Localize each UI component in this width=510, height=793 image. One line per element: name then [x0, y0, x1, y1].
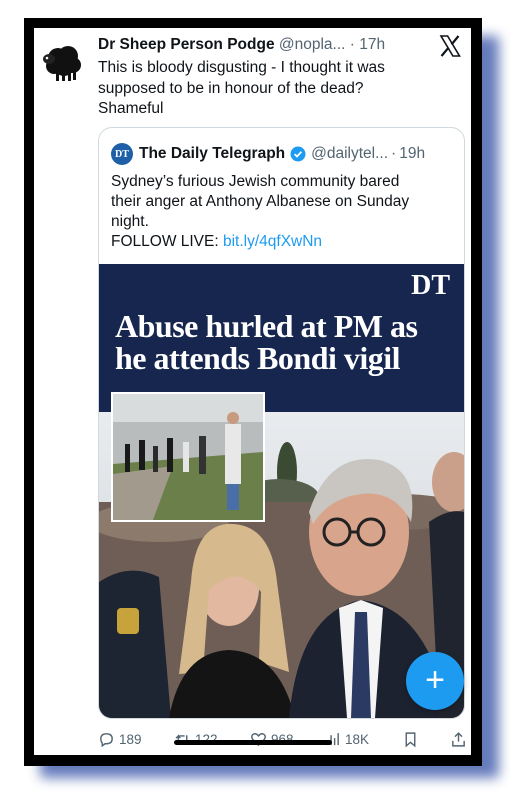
headline: Abuse hurled at PM as he attends Bondi v… [115, 310, 455, 374]
banner-logo: DT [411, 270, 450, 301]
follow-live-label: FOLLOW LIVE: [111, 233, 223, 250]
home-indicator[interactable] [174, 740, 332, 745]
follow-live-link[interactable]: bit.ly/4qfXwNn [223, 233, 322, 250]
quoted-tweet-header: DT The Daily Telegraph @dailytel... · 19… [111, 142, 425, 166]
tweet-text-line: This is bloody disgusting - I thought it… [98, 59, 385, 76]
compose-button[interactable]: + [406, 652, 464, 710]
headline-banner: DT Abuse hurled at PM as he attends Bond… [99, 264, 464, 412]
telegraph-avatar[interactable]: DT [111, 143, 133, 165]
separator: · [391, 145, 397, 162]
verified-badge-icon [290, 146, 306, 162]
tweet-text: This is bloody disgusting - I thought it… [98, 58, 438, 120]
avatar[interactable] [40, 38, 88, 86]
tweet-text-line: Shameful [98, 100, 164, 117]
bookmark-icon[interactable] [402, 731, 419, 748]
tweet-screen: Dr Sheep Person Podge @nopla... · 17h Th… [34, 28, 471, 755]
author-handle[interactable]: @nopla... [279, 36, 346, 53]
tweet-time[interactable]: 17h [359, 36, 385, 53]
tweet-header: Dr Sheep Person Podge @nopla... · 17h [98, 36, 385, 54]
plus-icon: + [425, 661, 445, 699]
quoted-tweet-image[interactable]: DT Abuse hurled at PM as he attends Bond… [99, 264, 464, 718]
headline-line: Abuse hurled at PM as [115, 308, 418, 344]
quoted-text-line: their anger at Anthony Albanese on Sunda… [111, 193, 410, 210]
author-name[interactable]: Dr Sheep Person Podge [98, 36, 275, 53]
quoted-text-line: night. [111, 213, 149, 230]
quoted-text-line: Sydney’s furious Jewish community bared [111, 173, 400, 190]
inset-protest-photo [111, 392, 265, 522]
quoted-tweet-card[interactable]: DT The Daily Telegraph @dailytel... · 19… [98, 127, 465, 719]
reply-button[interactable]: 189 [98, 731, 142, 748]
quoted-tweet-text: Sydney’s furious Jewish community bared … [111, 172, 451, 252]
quoted-author-name[interactable]: The Daily Telegraph [139, 145, 285, 163]
views-count: 18K [345, 732, 370, 747]
quoted-tweet-time[interactable]: 19h [399, 145, 425, 163]
share-icon[interactable] [450, 731, 467, 748]
quoted-author-handle[interactable]: @dailytel... [311, 145, 388, 163]
tweet-text-line: supposed to be in honour of the dead? [98, 79, 364, 97]
separator: · [349, 36, 355, 53]
headline-line: he attends Bondi vigil [115, 340, 401, 376]
x-logo-icon[interactable] [438, 34, 462, 58]
reply-count: 189 [119, 732, 142, 747]
reply-icon [100, 733, 113, 748]
